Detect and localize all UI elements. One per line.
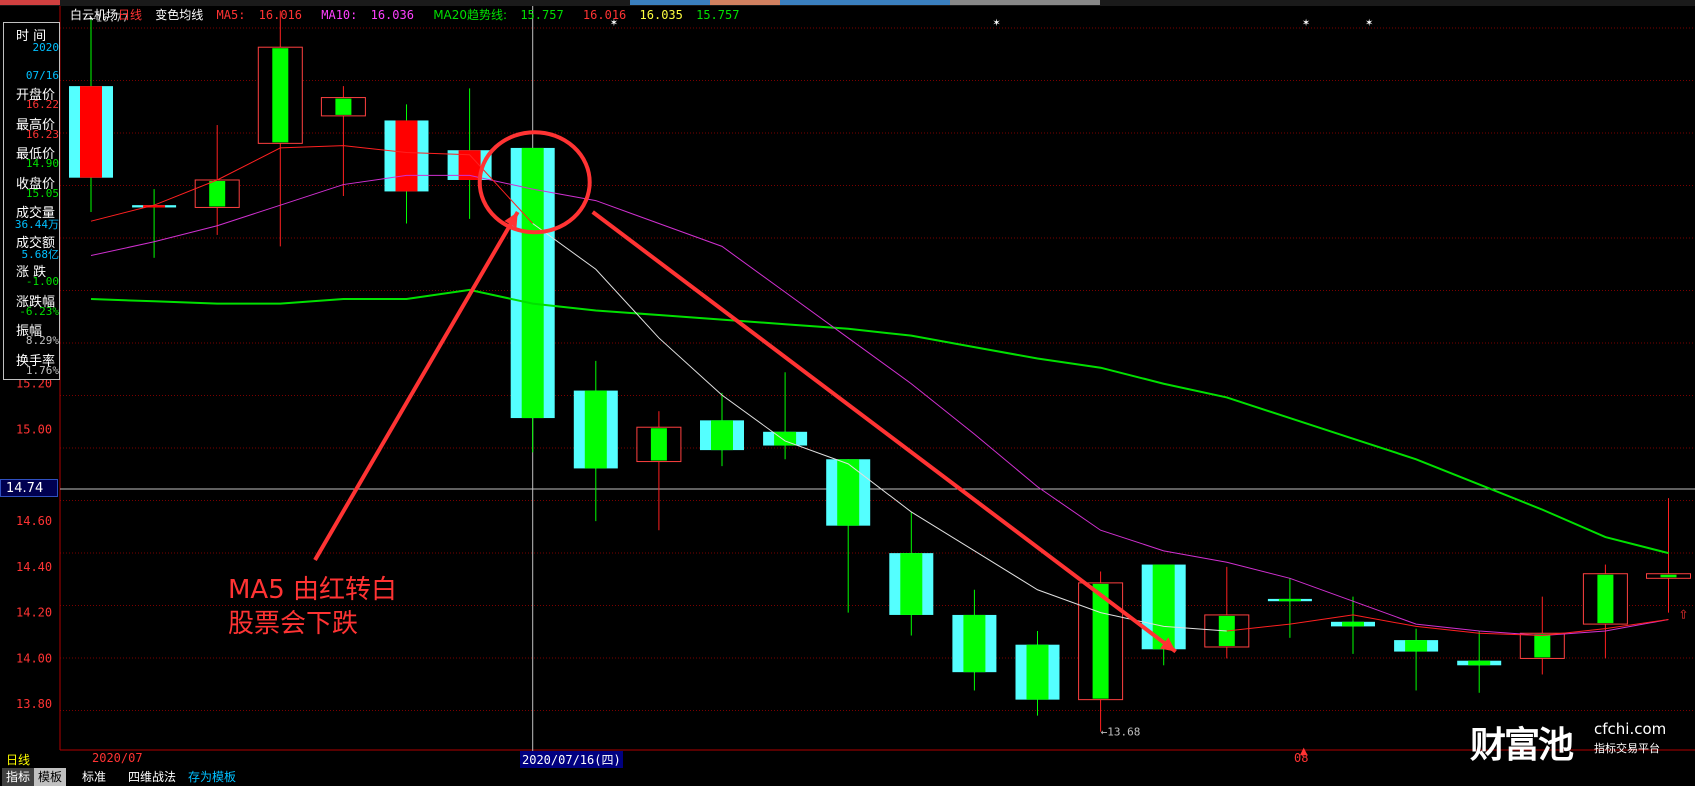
y-tick-label: 14.20 xyxy=(16,606,52,620)
chart-root: 15.20 15.00 14.60 14.40 14.20 14.00 13.80 ←16.7… xyxy=(0,0,1695,786)
candle-body-inner xyxy=(395,120,418,192)
tab-save-template[interactable]: 存为模板 xyxy=(184,768,240,786)
tab-template[interactable]: 模板 xyxy=(34,768,67,786)
info-value: 5.68亿 xyxy=(21,247,60,261)
candle-body-inner xyxy=(1342,621,1364,627)
signal-star: ✶ xyxy=(992,18,1000,29)
cursor-price-tag: 14.74 xyxy=(0,479,58,497)
info-value: 16.22 xyxy=(25,98,59,111)
ma10-label: MA10: xyxy=(321,8,358,22)
y-tick-label: 14.60 xyxy=(16,514,52,528)
mode-label: 变色均线 xyxy=(155,8,204,22)
candle-body-inner xyxy=(1534,634,1551,658)
candle-body-inner xyxy=(80,86,102,178)
period-tag: 日线 xyxy=(6,753,31,767)
y-tick-label: 13.80 xyxy=(16,697,52,711)
small-up-arrow: ⇧ xyxy=(1679,608,1689,622)
info-value: -1.00 xyxy=(25,275,59,288)
candle-body-inner xyxy=(335,98,352,115)
info-value: 07/16 xyxy=(25,68,59,82)
candle-body-inner xyxy=(963,614,986,673)
candle-body-inner xyxy=(1660,574,1677,578)
tab-indicator[interactable]: 指标 xyxy=(2,768,35,786)
low-marker: ←13.68 xyxy=(1101,726,1141,739)
info-value: 15.05 xyxy=(25,186,59,200)
ma20-value: 15.757 xyxy=(520,8,564,22)
candle-body-inner xyxy=(584,390,607,469)
signal-star: ✶ xyxy=(1302,18,1310,29)
ma5-label: MA5: xyxy=(216,8,246,22)
info-value: 36.44万 xyxy=(14,218,59,231)
info-value: -6.23% xyxy=(19,304,59,318)
annotation-arrow-up xyxy=(313,211,520,562)
info-value: 2020 xyxy=(32,41,60,54)
candle-body-inner xyxy=(272,48,289,143)
candle-body-inner xyxy=(521,147,544,419)
ma10-line xyxy=(90,174,1669,637)
annotation-line-2: 股票会下跌 xyxy=(228,609,359,639)
tab-4d-strategy[interactable]: 四维战法 xyxy=(124,768,180,786)
ma20-line xyxy=(90,288,1669,555)
candle-body-inner xyxy=(1026,644,1049,700)
info-value: 16.23 xyxy=(25,127,59,141)
ma-legend: 白云机场日线 变色均线 MA5: 16.016 MA10: 16.036 MA2… xyxy=(70,6,745,22)
info-value: 14.90 xyxy=(25,157,59,170)
extra-value-3: 15.757 xyxy=(696,8,740,22)
candle-body-inner xyxy=(209,180,226,207)
logo-cn: 财富池 xyxy=(1470,725,1574,766)
ma20-label: MA20趋势线: xyxy=(433,8,508,22)
candle-body-inner xyxy=(1468,660,1491,666)
candle-body-inner xyxy=(1405,640,1428,652)
timeline-month-1: 2020/07 xyxy=(92,751,143,765)
candlestick-chart[interactable]: 15.2015.0014.6014.4014.2014.0013.80←16.7… xyxy=(0,0,1695,786)
info-value: 1.76% xyxy=(25,363,59,377)
annotation-text: MA5 由红转白 股票会下跌 xyxy=(228,573,397,641)
y-tick-label: 15.00 xyxy=(16,423,52,437)
logo-domain: cfchi.com xyxy=(1594,720,1667,738)
extra-value-1: 16.016 xyxy=(582,8,627,22)
candle-body-inner xyxy=(900,553,923,615)
candle-body-inner xyxy=(1597,574,1614,624)
timeline-cursor-date: 2020/07/16(四) xyxy=(520,751,623,768)
stock-name: 白云机场 xyxy=(70,8,119,22)
info-value: 8.29% xyxy=(25,334,59,347)
signal-star: ✶ xyxy=(1365,18,1373,29)
candle-body-inner xyxy=(711,420,733,451)
period-label: 日线 xyxy=(118,8,143,22)
ma10-value: 16.036 xyxy=(370,8,414,22)
tab-standard[interactable]: 标准 xyxy=(78,768,110,786)
y-tick-label: 14.00 xyxy=(16,651,52,665)
annotation-line-1: MA5 由红转白 xyxy=(228,575,398,605)
y-tick-label: 14.40 xyxy=(16,560,52,574)
ma5-value: 16.016 xyxy=(258,8,303,22)
extra-value-2: 16.035 xyxy=(639,8,683,22)
bottom-tabs: 指标 模板 标准 四维战法 存为模板 xyxy=(0,768,1695,786)
logo-tagline: 指标交易平台 xyxy=(1594,742,1660,755)
candle-body-inner xyxy=(650,428,667,461)
candle-body-inner xyxy=(1278,598,1301,602)
quote-info-panel: 时 间 2020 07/16 开盘价 16.22 最高价 16.23 最低价 14.90 收盘价 1… xyxy=(3,22,60,380)
timeline-month-2: 08 xyxy=(1294,751,1309,765)
